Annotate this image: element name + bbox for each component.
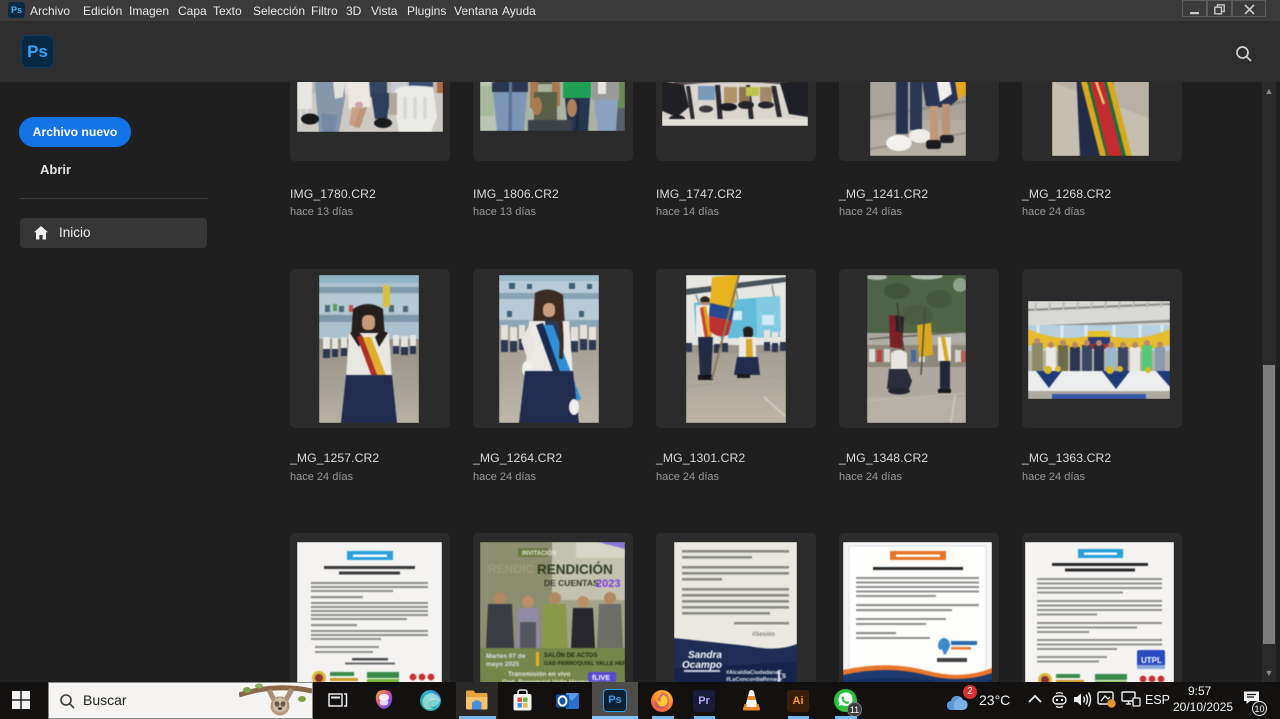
svg-text:Transmisión en vivo: Transmisión en vivo bbox=[508, 671, 571, 678]
svg-text:#AlcaldíaCiudadanaC: #AlcaldíaCiudadanaC bbox=[726, 670, 782, 676]
svg-text:RENDICIÓN: RENDICIÓN bbox=[537, 562, 613, 577]
svg-text:Ocampo: Ocampo bbox=[682, 660, 722, 671]
svg-text:2023: 2023 bbox=[596, 578, 620, 590]
svg-text:DE CUENTAS: DE CUENTAS bbox=[544, 578, 599, 588]
svg-text:UTPL: UTPL bbox=[1141, 656, 1162, 665]
svg-text:RENDIC: RENDIC bbox=[488, 562, 534, 576]
svg-text:GAD PARROQUIAL VALLE HERMOSO: GAD PARROQUIAL VALLE HERMOSO bbox=[544, 661, 625, 667]
svg-text:mayo 2025: mayo 2025 bbox=[486, 661, 520, 668]
svg-text:S: S bbox=[782, 674, 786, 680]
svg-text:#Sesión: #Sesión bbox=[752, 632, 775, 638]
svg-text:INVITACIÓN: INVITACIÓN bbox=[522, 549, 556, 557]
svg-text:SALÓN DE ACTOS: SALÓN DE ACTOS bbox=[544, 651, 597, 659]
svg-text:fLIVE: fLIVE bbox=[592, 675, 610, 682]
svg-text:Martes 07 de: Martes 07 de bbox=[486, 653, 526, 660]
